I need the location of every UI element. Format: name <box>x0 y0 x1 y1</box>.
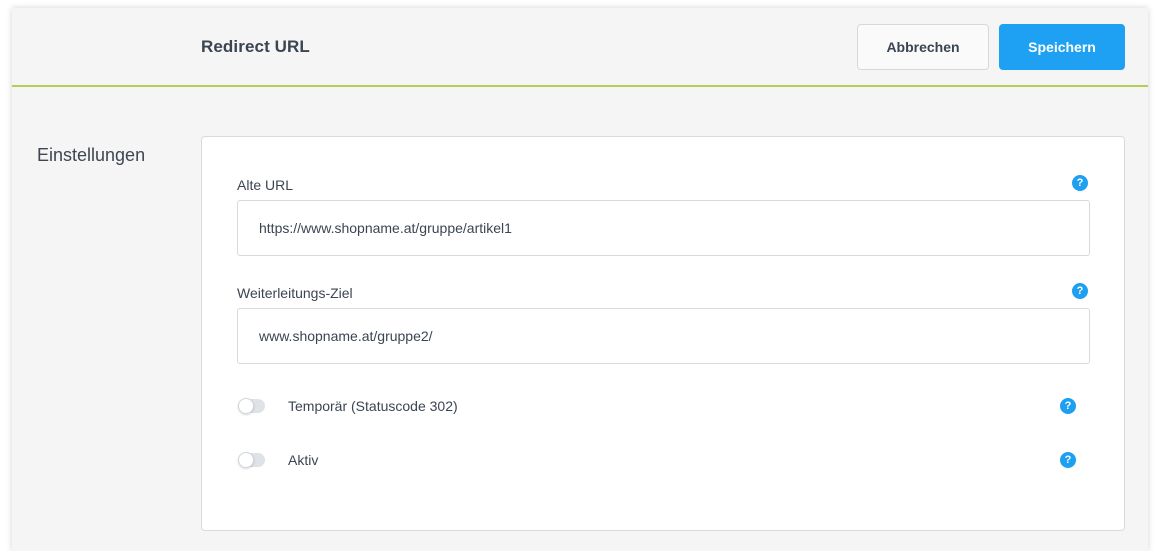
redirect-target-label: Weiterleitungs-Ziel <box>237 285 353 301</box>
active-label: Aktiv <box>288 452 319 468</box>
section-label: Einstellungen <box>37 145 146 165</box>
old-url-label: Alte URL <box>237 177 294 193</box>
question-circle-icon[interactable]: ? <box>1072 175 1088 191</box>
save-button[interactable]: Speichern <box>999 24 1125 70</box>
question-circle-icon[interactable]: ? <box>1072 283 1088 299</box>
cancel-button[interactable]: Abbrechen <box>857 24 989 70</box>
temporary-toggle[interactable] <box>238 398 265 414</box>
toggle-knob <box>238 398 254 414</box>
app-window: Redirect URL Abbrechen Speichern Einstel… <box>12 8 1148 551</box>
page-title: Redirect URL <box>201 37 310 56</box>
old-url-input[interactable]: https://www.shopname.at/gruppe/artikel1 <box>237 200 1090 256</box>
toggle-knob <box>238 452 254 468</box>
page-header: Redirect URL Abbrechen Speichern <box>12 8 1148 87</box>
question-circle-icon[interactable]: ? <box>1060 398 1076 414</box>
redirect-target-input[interactable]: www.shopname.at/gruppe2/ <box>237 308 1090 364</box>
settings-card: Alte URL ? https://www.shopname.at/grupp… <box>201 136 1125 531</box>
question-circle-icon[interactable]: ? <box>1060 452 1076 468</box>
active-toggle[interactable] <box>238 452 265 468</box>
temporary-label: Temporär (Statuscode 302) <box>288 398 458 414</box>
